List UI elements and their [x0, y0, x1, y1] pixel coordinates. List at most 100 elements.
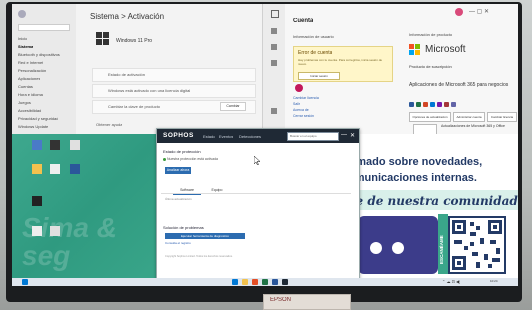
open-icon[interactable] [271, 60, 277, 66]
activation-state-label: Estado de activación [108, 72, 145, 77]
signin-button[interactable]: Iniciar sesión [298, 72, 340, 80]
desktop-icon[interactable] [50, 140, 60, 150]
access-icon [444, 102, 449, 107]
desktop-icon[interactable] [70, 140, 80, 150]
tab-eventos[interactable]: Eventos [219, 134, 233, 139]
screen: Inicio Sistema Bluetooth y dispositivos … [12, 4, 518, 286]
settings-search-input[interactable] [18, 24, 70, 31]
sophos-logo: SOPHOS [163, 132, 194, 139]
sophos-search-input[interactable]: Buscar en el equipo [287, 132, 339, 141]
desktop-icon[interactable] [32, 196, 42, 206]
sign-out-link[interactable]: Salir [293, 102, 300, 106]
sidebar-item-aplicaciones[interactable]: Aplicaciones [18, 76, 40, 81]
word-icon [409, 102, 414, 107]
file-icon[interactable] [50, 226, 60, 236]
tab-detecciones[interactable]: Detecciones [239, 134, 261, 139]
scan-now-button[interactable]: Analizar ahora [165, 167, 191, 174]
back-icon[interactable] [271, 10, 279, 18]
troubleshoot-heading: Solución de problemas [163, 225, 204, 230]
status-ok-icon [163, 158, 166, 161]
sidebar-item-juegos[interactable]: Juegos [18, 100, 31, 105]
update-options-button[interactable]: Opciones de actualización [409, 112, 451, 122]
protection-status-heading: Estado de protección [163, 149, 201, 154]
user-info-header: Información de usuario [293, 34, 334, 39]
windows-edition: Windows 11 Pro [116, 38, 153, 44]
sidebar-item-inicio[interactable]: Inicio [18, 36, 27, 41]
sidebar-item-red[interactable]: Red e Internet [18, 60, 43, 65]
log-link[interactable]: Consulta el registro [165, 241, 191, 245]
taskbar-app-icon[interactable] [242, 279, 248, 285]
microsoft-logo-icon [409, 44, 421, 56]
office-sidebar [263, 4, 285, 134]
promo-banner: rmado sobre novedades, omunicaciones int… [348, 134, 518, 278]
file-icon[interactable] [32, 226, 42, 236]
tab-divider [161, 193, 351, 194]
scan-label: ESCANÉAME [439, 235, 444, 264]
settings-window: Inicio Sistema Bluetooth y dispositivos … [12, 4, 262, 134]
office-account-window: — ▢ ✕ Cuenta Información de usuario Erro… [262, 4, 518, 136]
onenote-icon [437, 102, 442, 107]
account-error-text: Hay problemas con tu cuenta. Para correg… [298, 58, 383, 66]
minimize-icon[interactable]: — [341, 132, 347, 138]
product-info-header: Información de producto [409, 32, 453, 37]
taskbar-clock[interactable]: 10:24 [490, 279, 498, 283]
sidebar-item-hora[interactable]: Hora e idioma [18, 92, 43, 97]
account-nav-icon[interactable] [271, 108, 277, 114]
tab-estado[interactable]: Estado [203, 134, 215, 139]
mouse-cursor-icon [253, 152, 261, 170]
account-error-card: Error de cuenta Hay problemas con tu cue… [293, 46, 393, 82]
change-license-button[interactable]: Cambiar licencia [487, 112, 517, 122]
banner-line-1: rmado sobre novedades, [352, 156, 483, 168]
desktop-icon[interactable] [32, 140, 42, 150]
account-error-title: Error de cuenta [298, 50, 333, 56]
desktop-icon[interactable] [70, 164, 80, 174]
last-update-meta: Última actualización [165, 197, 192, 201]
sidebar-item-privacidad[interactable]: Privacidad y seguridad [18, 116, 58, 121]
taskbar-app-icon[interactable] [262, 279, 268, 285]
sophos-copyright: Copyright Sophos Limited. Todos los dere… [165, 255, 233, 258]
file-icon[interactable] [50, 164, 60, 174]
taskbar: ⌃ ☁ ⊡ ◀) 10:24 [12, 278, 518, 286]
taskbar-app-icon[interactable] [272, 279, 278, 285]
folder-icon[interactable] [32, 164, 42, 174]
qr-code [448, 216, 506, 274]
logout-link[interactable]: Cerrar sesión [293, 114, 314, 118]
change-license-link[interactable]: Cambiar licencia [293, 96, 319, 100]
settings-sidebar: Inicio Sistema Bluetooth y dispositivos … [12, 4, 76, 134]
protection-status-text: Nuestra protección está activada [167, 157, 218, 161]
user-avatar[interactable] [455, 8, 463, 16]
change-key-label: Cambiar la clave de producto [108, 104, 161, 109]
tray-icons[interactable]: ⌃ ☁ ⊡ ◀) [442, 279, 460, 284]
help-link[interactable]: Obtener ayuda [96, 122, 122, 127]
home-icon[interactable] [271, 28, 277, 34]
sidebar-item-cuentas[interactable]: Cuentas [18, 84, 33, 89]
about-link[interactable]: Acerca de [293, 108, 309, 112]
close-icon[interactable]: ✕ [350, 132, 355, 139]
manage-account-button[interactable]: Administrar cuenta [453, 112, 485, 122]
window-controls[interactable]: — ▢ ✕ [469, 8, 489, 15]
youtube-icon [370, 242, 382, 254]
taskbar-app-icon[interactable] [232, 279, 238, 285]
sidebar-item-bluetooth[interactable]: Bluetooth y dispositivos [18, 52, 60, 57]
taskbar-app-icon[interactable] [252, 279, 258, 285]
change-key-button[interactable]: Cambiar [220, 102, 246, 111]
teams-icon [451, 102, 456, 107]
powerpoint-icon [423, 102, 428, 107]
desktop-watermark: Sima & seg [22, 212, 117, 271]
new-icon[interactable] [271, 44, 277, 50]
outlook-icon [430, 102, 435, 107]
apps-title: Aplicaciones de Microsoft 365 para negoc… [409, 82, 509, 88]
desktop: Sima & seg [12, 134, 162, 286]
sidebar-item-sistema[interactable]: Sistema [18, 44, 33, 49]
excel-icon [416, 102, 421, 107]
start-icon[interactable] [22, 279, 28, 285]
sidebar-item-personalizacion[interactable]: Personalización [18, 68, 46, 73]
diagnostic-button[interactable]: Ejecutar herramienta de diagnóstico [165, 233, 245, 239]
microsoft-brand: Microsoft [425, 44, 466, 55]
sidebar-item-update[interactable]: Windows Update [18, 124, 48, 129]
page-title: Sistema > Activación [90, 12, 165, 21]
tiktok-icon [392, 242, 404, 254]
sidebar-item-accesibilidad[interactable]: Accesibilidad [18, 108, 41, 113]
taskbar-app-icon[interactable] [282, 279, 288, 285]
account-avatar [295, 84, 303, 92]
